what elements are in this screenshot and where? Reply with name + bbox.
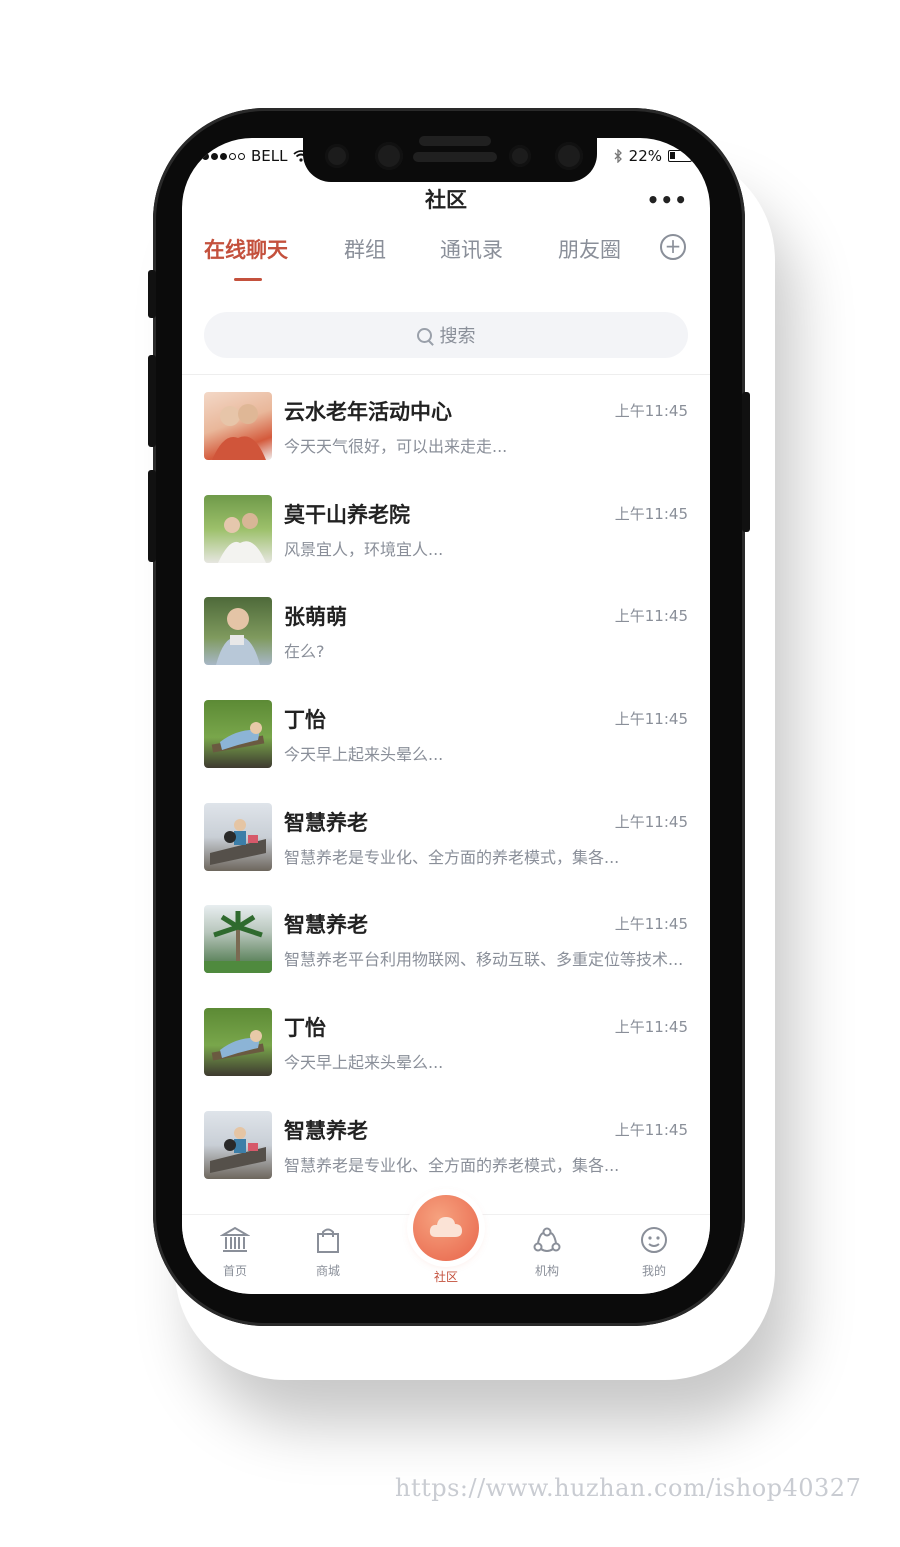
tab-groups[interactable]: 群组 (344, 234, 386, 264)
earpiece-speaker (419, 136, 491, 146)
chat-preview: 智慧养老是专业化、全方面的养老模式，集各... (284, 847, 620, 867)
carrier-label: BELL (251, 147, 288, 165)
add-icon[interactable]: + (660, 234, 686, 260)
chat-row[interactable]: 莫干山养老院 风景宜人，环境宜人... 上午11:45 (182, 481, 710, 584)
bank-icon (219, 1226, 251, 1252)
earpiece-speaker (413, 152, 497, 162)
avatar (204, 700, 272, 769)
chat-name: 智慧养老 (284, 810, 368, 835)
camera-icon (375, 142, 403, 170)
chat-name: 莫干山养老院 (284, 502, 410, 527)
chat-preview: 风景宜人，环境宜人... (284, 539, 444, 559)
tabbar-label: 商城 (315, 1264, 340, 1278)
more-dots-icon[interactable]: ••• (647, 188, 688, 212)
chat-row[interactable]: 云水老年活动中心 今天天气很好，可以出来走走... 上午11:45 (182, 378, 710, 481)
power-button (742, 392, 750, 532)
tab-moments[interactable]: 朋友圈 (558, 234, 621, 264)
avatar (204, 494, 272, 563)
chat-preview: 今天早上起来头晕么... (284, 745, 444, 765)
tabbar-label: 机构 (534, 1264, 559, 1278)
chat-preview: 智慧养老平台利用物联网、移动互联、多重定位等技术... (284, 950, 684, 970)
chat-name: 丁怡 (284, 708, 326, 733)
network-icon (533, 1227, 561, 1252)
chat-preview: 今天天气很好，可以出来走走... (284, 437, 508, 456)
tabbar-institution[interactable]: 机构 (512, 1225, 582, 1279)
search-icon (416, 327, 432, 343)
sensor-dot (555, 142, 583, 170)
tabbar-label: 社区 (433, 1270, 458, 1284)
avatar (204, 597, 272, 666)
signal-icon (202, 152, 245, 160)
chat-list: 云水老年活动中心 今天天气很好，可以出来走走... 上午11:45 莫干山养老院… (182, 378, 710, 1200)
chat-time: 上午11:45 (614, 402, 688, 420)
chat-row[interactable]: 张萌萌 在么? 上午11:45 (182, 583, 710, 686)
chat-name: 云水老年活动中心 (284, 400, 452, 424)
chat-time: 上午11:45 (614, 504, 688, 523)
tabbar-mall[interactable]: 商城 (293, 1225, 363, 1279)
chat-time: 上午11:45 (614, 812, 688, 831)
community-center-button[interactable] (413, 1195, 479, 1261)
chat-preview: 智慧养老是专业化、全方面的养老模式，集各... (284, 1155, 620, 1175)
tabbar-label: 我的 (641, 1264, 666, 1278)
bottom-tab-bar: 首页 商城 社区 机构 我的 (182, 1195, 710, 1294)
avatar (204, 905, 272, 974)
tab-contacts[interactable]: 通讯录 (440, 234, 503, 264)
volume-up-button (148, 355, 156, 447)
tab-bar-top: 在线聊天 群组 通讯录 朋友圈 + (182, 234, 710, 284)
tabbar-mine[interactable]: 我的 (619, 1225, 689, 1279)
tabbar-home[interactable]: 首页 (200, 1225, 270, 1279)
chat-time: 上午11:45 (614, 607, 688, 626)
avatar (204, 392, 272, 460)
avatar (204, 802, 272, 871)
chat-name: 智慧养老 (284, 913, 368, 938)
mute-switch (148, 270, 156, 318)
chat-name: 丁怡 (284, 1016, 326, 1041)
avatar (204, 1008, 272, 1077)
chat-row[interactable]: 智慧养老 智慧养老平台利用物联网、移动互联、多重定位等技术... 上午11:45 (182, 891, 710, 994)
chat-time: 上午11:45 (614, 710, 688, 729)
sensor-dot (509, 145, 531, 167)
watermark-text: https://www.huzhan.com/ishop40327 (395, 1474, 862, 1502)
page-title: 社区 (425, 188, 467, 212)
active-tab-indicator (234, 278, 262, 281)
chat-time: 上午11:45 (614, 915, 688, 934)
search-input[interactable]: 搜索 (204, 312, 688, 358)
phone-notch (303, 130, 597, 182)
chat-name: 张萌萌 (284, 605, 347, 630)
avatar (204, 1110, 272, 1179)
bluetooth-icon (614, 149, 622, 163)
chat-row[interactable]: 丁怡 今天早上起来头晕么... 上午11:45 (182, 686, 710, 789)
shopping-bag-icon (317, 1228, 339, 1253)
search-placeholder: 搜索 (439, 326, 476, 347)
sensor-dot (325, 144, 349, 168)
chat-time: 上午11:45 (614, 1120, 688, 1139)
divider (182, 374, 710, 375)
chat-preview: 在么? (284, 642, 325, 662)
battery-icon (668, 150, 692, 162)
chat-time: 上午11:45 (614, 1018, 688, 1037)
smile-icon (641, 1227, 667, 1253)
tabbar-label: 首页 (222, 1264, 247, 1278)
volume-down-button (148, 470, 156, 562)
cloud-chat-icon (429, 1217, 462, 1237)
chat-preview: 今天早上起来头晕么... (284, 1053, 444, 1073)
chat-name: 智慧养老 (284, 1118, 368, 1143)
chat-row[interactable]: 智慧养老 智慧养老是专业化、全方面的养老模式，集各... 上午11:45 (182, 789, 710, 892)
tab-online-chat[interactable]: 在线聊天 (204, 234, 288, 264)
tabbar-community[interactable]: 社区 (411, 1268, 481, 1285)
chat-row[interactable]: 丁怡 今天早上起来头晕么... 上午11:45 (182, 994, 710, 1097)
phone-screen: BELL 22% 社区 ••• 在线聊天 群组 通讯录 朋友圈 + 搜索 云水老… (182, 138, 710, 1294)
battery-percent: 22% (628, 147, 662, 165)
chat-row[interactable]: 智慧养老 智慧养老是专业化、全方面的养老模式，集各... 上午11:45 (182, 1097, 710, 1200)
